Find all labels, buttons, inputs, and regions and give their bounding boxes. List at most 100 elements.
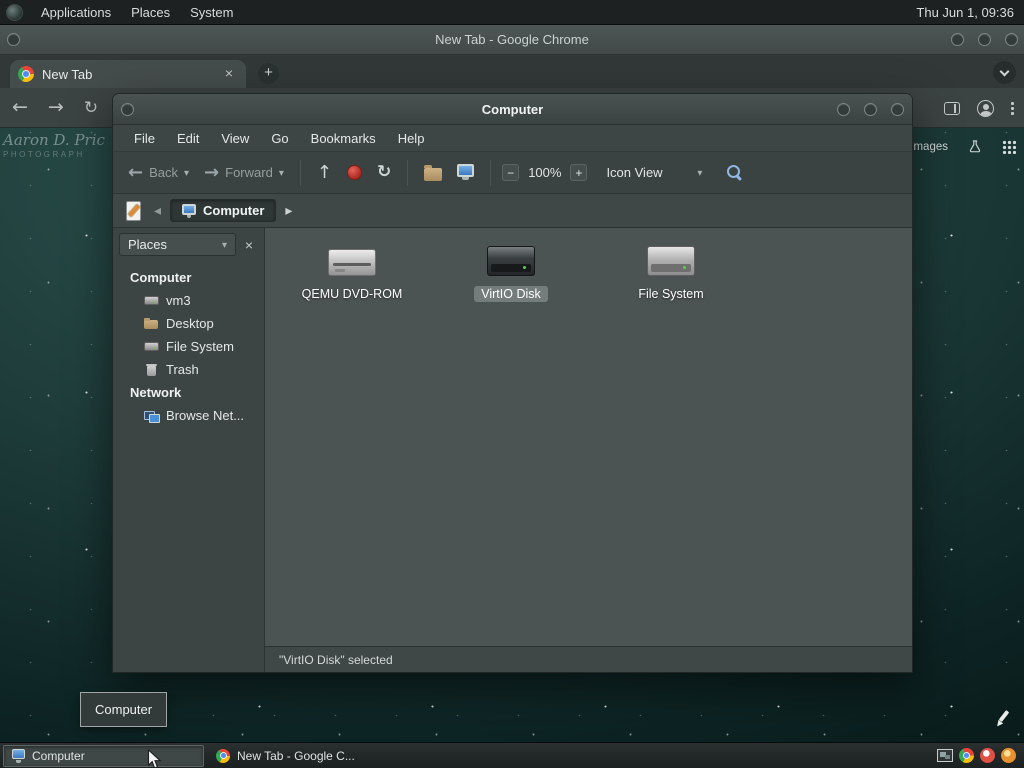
window-menu-button[interactable] [7, 33, 20, 46]
menu-system[interactable]: System [180, 0, 243, 25]
close-button[interactable] [1005, 33, 1018, 46]
up-button[interactable] [312, 161, 337, 185]
menu-places[interactable]: Places [121, 0, 180, 25]
computer-button[interactable] [452, 161, 479, 184]
profile-avatar-icon[interactable] [977, 99, 994, 117]
tray-chrome-icon[interactable] [959, 748, 974, 763]
sidebar-item-trash[interactable]: Trash [113, 358, 264, 381]
sidebar-item-network[interactable]: Network [113, 381, 264, 404]
sidebar-close-icon[interactable] [240, 237, 258, 253]
labs-flask-icon[interactable] [968, 139, 982, 154]
browser-reload-button[interactable] [84, 98, 98, 117]
breadcrumb-computer[interactable]: Computer [170, 199, 277, 222]
new-tab-button[interactable] [258, 63, 279, 84]
reload-button[interactable] [372, 161, 396, 184]
reload-icon [377, 164, 391, 181]
chevron-down-icon [697, 165, 702, 180]
images-link[interactable]: Images [910, 141, 948, 153]
zoom-in-button[interactable] [570, 164, 588, 181]
back-button[interactable]: Back [123, 161, 194, 185]
file-qemu-dvd-rom[interactable]: QEMU DVD-ROM [290, 242, 414, 302]
menu-view[interactable]: View [210, 131, 260, 146]
file-virtio-disk[interactable]: VirtIO Disk [449, 242, 573, 302]
forward-button[interactable]: Forward [199, 161, 289, 185]
back-label: Back [149, 165, 178, 180]
minimize-button[interactable] [951, 33, 964, 46]
sidebar-item-computer[interactable]: Computer [113, 266, 264, 289]
top-panel: Applications Places System Thu Jun 1, 09… [0, 0, 1024, 25]
desktop: Aaron D. Pric PHOTOGRAPH Applications Pl… [0, 0, 1024, 768]
window-menu-button[interactable] [121, 103, 134, 116]
taskbar-button-computer[interactable]: Computer [3, 744, 204, 767]
sidebar-item-desktop[interactable]: Desktop [113, 312, 264, 335]
sidebar-item-file-system[interactable]: File System [113, 335, 264, 358]
browser-back-button[interactable] [12, 98, 28, 117]
sidebar-item-browse-network[interactable]: Browse Net... [113, 404, 264, 427]
file-file-system[interactable]: File System [609, 242, 733, 302]
forward-label: Forward [225, 165, 273, 180]
chevron-down-icon [999, 66, 1010, 76]
back-history-dropdown-icon[interactable] [184, 165, 189, 180]
pencil-icon[interactable] [995, 710, 1011, 727]
tray-icon-red[interactable] [980, 748, 995, 763]
window-controls [837, 103, 904, 116]
menu-go[interactable]: Go [260, 131, 299, 146]
tab-new-tab[interactable]: New Tab [10, 60, 246, 88]
panel-menus: Applications Places System [0, 0, 243, 25]
newtab-page-links: Images [910, 139, 1016, 154]
menu-bookmarks[interactable]: Bookmarks [300, 131, 387, 146]
home-button[interactable] [419, 162, 447, 184]
taskbar-button-chrome[interactable]: New Tab - Google C... [207, 745, 408, 767]
distro-menu-icon[interactable] [6, 3, 23, 21]
menu-help[interactable]: Help [387, 131, 436, 146]
workspace-switcher-icon[interactable] [937, 749, 953, 762]
search-icon[interactable] [727, 164, 743, 181]
side-panel-icon[interactable] [944, 101, 960, 115]
view-mode-select[interactable]: Icon View [598, 162, 710, 183]
maximize-button[interactable] [864, 103, 877, 116]
breadcrumb-right-arrow[interactable] [285, 202, 292, 220]
menu-edit[interactable]: Edit [166, 131, 210, 146]
clock[interactable]: Thu Jun 1, 09:36 [916, 5, 1024, 20]
wallpaper-watermark: Aaron D. Pric PHOTOGRAPH [3, 131, 105, 159]
fm-titlebar[interactable]: Computer [113, 94, 912, 125]
system-tray [937, 748, 1021, 763]
toolbar-separator [407, 159, 409, 186]
forward-arrow-icon [204, 164, 219, 182]
maximize-button[interactable] [978, 33, 991, 46]
drive-icon [144, 293, 159, 308]
tray-icon-orange[interactable] [1001, 748, 1016, 763]
zoom-out-button[interactable] [502, 164, 520, 181]
file-label: QEMU DVD-ROM [301, 287, 403, 301]
sidebar-item-vm3[interactable]: vm3 [113, 289, 264, 312]
file-label-selected: VirtIO Disk [474, 286, 548, 302]
menu-dots-icon[interactable] [1011, 100, 1014, 116]
sidebar-header: Places [119, 233, 258, 256]
browser-forward-button[interactable] [48, 98, 64, 117]
chrome-titlebar[interactable]: New Tab - Google Chrome [0, 25, 1024, 55]
hard-disk-icon [647, 246, 695, 276]
computer-icon [12, 749, 25, 763]
tab-search-button[interactable] [993, 61, 1016, 84]
edit-location-button[interactable] [123, 199, 145, 223]
chrome-icon [216, 748, 230, 763]
fm-window-title: Computer [481, 101, 544, 117]
chrome-tab-strip: New Tab [0, 55, 1024, 88]
breadcrumb-left-arrow[interactable] [154, 202, 161, 220]
apps-grid-icon[interactable] [1002, 139, 1016, 154]
minimize-button[interactable] [837, 103, 850, 116]
tab-close-icon[interactable] [220, 65, 238, 83]
stop-icon [346, 165, 362, 180]
sidebar-view-select[interactable]: Places [119, 233, 236, 256]
fm-menubar: File Edit View Go Bookmarks Help [113, 125, 912, 152]
stop-button[interactable] [342, 162, 367, 183]
close-button[interactable] [891, 103, 904, 116]
menu-file[interactable]: File [123, 131, 166, 146]
fm-icon-view[interactable]: QEMU DVD-ROM VirtIO Disk File System [265, 228, 912, 646]
window-controls [951, 33, 1018, 46]
menu-applications[interactable]: Applications [31, 0, 121, 25]
fm-toolbar: Back Forward [113, 152, 912, 194]
breadcrumb-label: Computer [203, 203, 265, 218]
forward-history-dropdown-icon[interactable] [279, 165, 284, 180]
taskbar-button-label: New Tab - Google C... [237, 748, 355, 763]
